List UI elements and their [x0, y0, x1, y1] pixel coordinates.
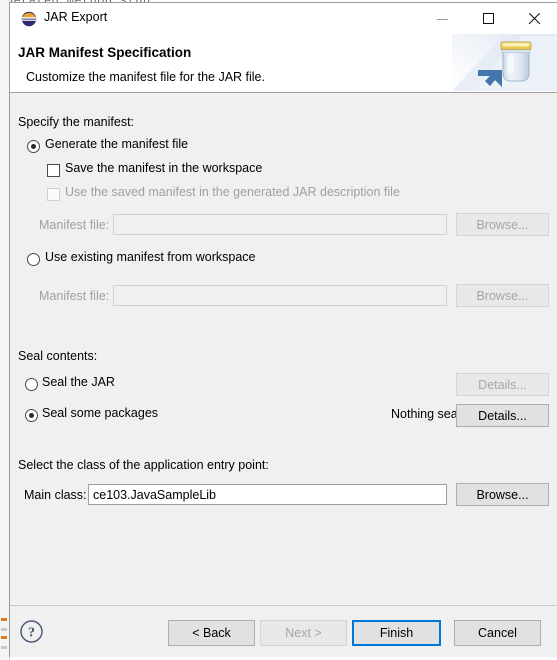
save-manifest-checkbox[interactable]	[47, 164, 60, 177]
dialog-titlebar[interactable]: JAR Export	[10, 3, 557, 34]
close-icon	[528, 12, 541, 25]
manifest-file-input-2	[113, 285, 447, 306]
wizard-header: JAR Manifest Specification Customize the…	[10, 34, 557, 93]
use-saved-manifest-checkbox	[47, 188, 60, 201]
browse-manifest-button-1: Browse...	[456, 213, 549, 236]
svg-text:?: ?	[28, 626, 35, 641]
seal-jar-radio[interactable]	[25, 378, 38, 391]
save-manifest-label: Save the manifest in the workspace	[65, 161, 263, 175]
use-saved-manifest-label: Use the saved manifest in the generated …	[65, 185, 400, 199]
dialog-footer: ? < Back Next > Finish Cancel	[10, 605, 557, 657]
generate-manifest-radio[interactable]	[27, 140, 40, 153]
ruler-marker	[1, 646, 7, 649]
seal-packages-details-button[interactable]: Details...	[456, 404, 549, 427]
main-class-input[interactable]	[88, 484, 447, 505]
seal-jar-details-button: Details...	[456, 373, 549, 396]
dialog-title: JAR Export	[44, 10, 108, 24]
dialog-body: Specify the manifest: Generate the manif…	[10, 93, 557, 605]
seal-packages-radio[interactable]	[25, 409, 38, 422]
use-existing-manifest-label: Use existing manifest from workspace	[45, 250, 256, 264]
browse-manifest-button-2: Browse...	[456, 284, 549, 307]
jar-export-icon	[21, 11, 37, 27]
ruler-marker	[1, 636, 7, 639]
close-button[interactable]	[511, 3, 557, 33]
use-existing-manifest-radio[interactable]	[27, 253, 40, 266]
seal-group-label: Seal contents:	[18, 349, 98, 363]
page-title: JAR Manifest Specification	[18, 45, 192, 60]
page-description: Customize the manifest file for the JAR …	[26, 70, 265, 84]
cancel-button[interactable]: Cancel	[454, 620, 541, 646]
generate-manifest-label: Generate the manifest file	[45, 137, 189, 151]
finish-button[interactable]: Finish	[352, 620, 441, 646]
ruler-marker	[1, 618, 7, 621]
main-class-label: Main class:	[24, 488, 87, 502]
jar-export-dialog: JAR Export JAR Manifest Specification Cu…	[9, 2, 557, 657]
manifest-file-input-1	[113, 214, 447, 235]
ruler-marker	[1, 628, 7, 631]
browse-main-class-button[interactable]: Browse...	[456, 483, 549, 506]
next-button: Next >	[260, 620, 347, 646]
jar-with-arrow-illustration	[452, 34, 557, 91]
seal-jar-label: Seal the JAR	[42, 375, 115, 389]
manifest-file-label-2: Manifest file:	[39, 289, 110, 303]
maximize-button[interactable]	[465, 3, 511, 33]
manifest-group-label: Specify the manifest:	[18, 115, 135, 129]
back-button[interactable]: < Back	[168, 620, 255, 646]
manifest-file-label-1: Manifest file:	[39, 218, 110, 232]
entry-point-group-label: Select the class of the application entr…	[18, 458, 269, 472]
minimize-icon	[436, 18, 448, 20]
help-question-icon[interactable]: ?	[19, 619, 44, 644]
maximize-icon	[482, 12, 494, 24]
minimize-button[interactable]	[419, 3, 465, 33]
seal-packages-label: Seal some packages	[42, 406, 159, 420]
